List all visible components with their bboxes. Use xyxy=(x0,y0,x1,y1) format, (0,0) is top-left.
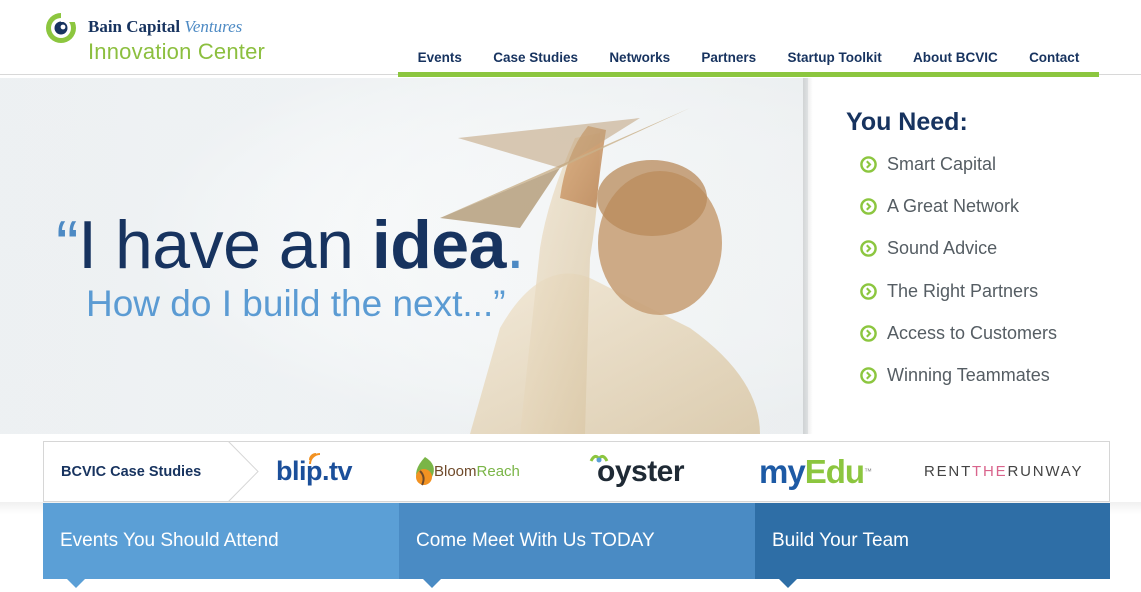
tab-label: Build Your Team xyxy=(772,530,909,551)
circle-arrow-right-icon xyxy=(860,282,877,300)
tab-pointer-icon xyxy=(779,579,797,588)
logo-rent-the-runway[interactable]: RENT THE RUNWAY xyxy=(924,442,1083,501)
circle-arrow-right-icon xyxy=(860,325,877,342)
nav-case-studies[interactable]: Case Studies xyxy=(493,50,578,67)
case-studies-strip: BCVIC Case Studies blip.tv Bloom Reach oy… xyxy=(43,441,1110,502)
bcv-logo-mark-icon xyxy=(46,12,77,43)
you-need-title: You Need: xyxy=(846,108,968,136)
nav-accent-bar xyxy=(398,72,1099,77)
wifi-icon xyxy=(309,452,321,464)
logo-oyster[interactable]: oyster xyxy=(589,442,685,501)
tab-label: Come Meet With Us TODAY xyxy=(416,530,655,551)
need-winning-teammates[interactable]: Winning Teammates xyxy=(860,354,1136,396)
circle-arrow-right-icon xyxy=(860,240,877,258)
hero-headline: “I have an idea. xyxy=(56,207,525,283)
nav-about[interactable]: About BCVIC xyxy=(913,50,998,67)
need-right-partners[interactable]: The Right Partners xyxy=(860,270,1136,312)
chevron-right-icon xyxy=(228,441,259,502)
tab-pointer-icon xyxy=(423,579,441,588)
you-need-list: Smart Capital A Great Network Sound Advi… xyxy=(860,143,1136,397)
need-access-customers[interactable]: Access to Customers xyxy=(860,312,1136,354)
you-need-panel: You Need: Smart Capital A Great Network … xyxy=(846,108,1136,397)
nav-partners[interactable]: Partners xyxy=(701,50,756,67)
nav-startup-toolkit[interactable]: Startup Toolkit xyxy=(787,50,881,67)
case-studies-label[interactable]: BCVIC Case Studies xyxy=(61,464,201,480)
need-smart-capital[interactable]: Smart Capital xyxy=(860,143,1136,185)
need-great-network[interactable]: A Great Network xyxy=(860,185,1136,227)
hero-subheadline: How do I build the next...” xyxy=(86,283,506,324)
circle-arrow-right-icon xyxy=(860,367,877,384)
need-sound-advice[interactable]: Sound Advice xyxy=(860,228,1136,270)
tab-meet-today[interactable]: Come Meet With Us TODAY xyxy=(399,503,755,588)
logo-line2: Innovation Center xyxy=(88,39,266,64)
logo-bloomreach[interactable]: Bloom Reach xyxy=(412,442,520,501)
logo-line1: Bain Capital Ventures xyxy=(88,17,243,36)
logo-ventures: Ventures xyxy=(184,17,243,36)
tab-events-attend[interactable]: Events You Should Attend xyxy=(43,503,399,588)
hero-banner[interactable]: “I have an idea. How do I build the next… xyxy=(0,78,808,434)
tab-label: Events You Should Attend xyxy=(60,530,279,551)
nav-events[interactable]: Events xyxy=(418,50,462,67)
tab-pointer-icon xyxy=(67,579,85,588)
site-header: Bain Capital Ventures Innovation Center … xyxy=(0,0,1141,78)
tab-build-team[interactable]: Build Your Team xyxy=(755,503,1110,588)
hero-shadow xyxy=(803,78,813,434)
circle-arrow-right-icon xyxy=(860,198,877,215)
nav-contact[interactable]: Contact xyxy=(1029,50,1079,67)
logo-blip-tv[interactable]: blip.tv xyxy=(276,442,353,501)
nav-networks[interactable]: Networks xyxy=(609,50,670,67)
logo-myedu[interactable]: my Edu ™ xyxy=(759,442,872,501)
circle-arrow-right-icon xyxy=(860,155,877,173)
